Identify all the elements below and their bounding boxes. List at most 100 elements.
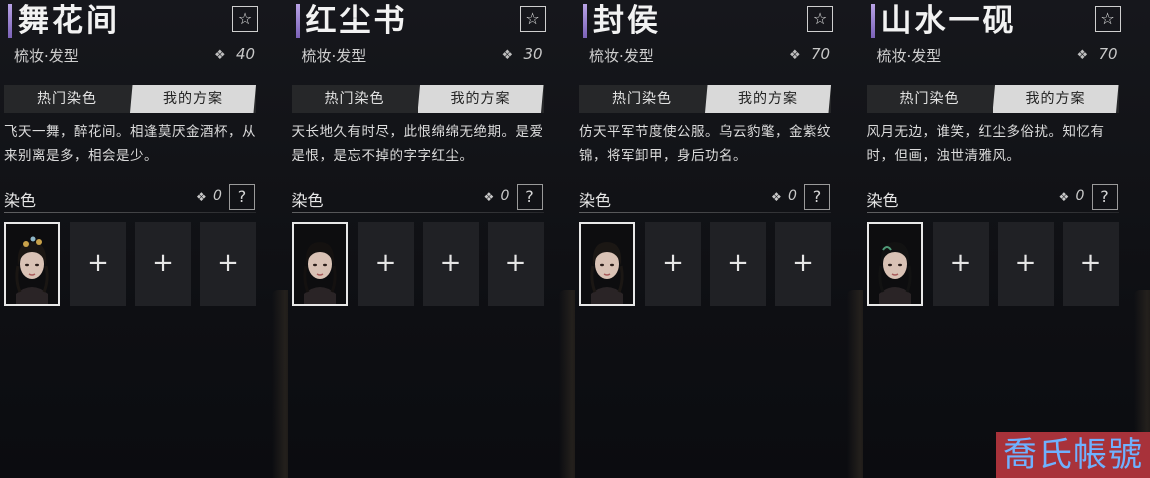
- dye-slot-empty[interactable]: +: [710, 222, 766, 306]
- dye-slot-empty[interactable]: +: [487, 222, 544, 306]
- dye-slot-empty[interactable]: +: [997, 222, 1054, 306]
- tab-popular-dyes[interactable]: 热门染色: [4, 85, 130, 113]
- title-row: 封侯 ☆: [579, 0, 863, 44]
- dye-slot-empty[interactable]: +: [422, 222, 479, 306]
- dye-slot-empty[interactable]: +: [775, 222, 831, 306]
- plus-icon: +: [1014, 248, 1037, 278]
- dye-slot-empty[interactable]: +: [1062, 222, 1119, 306]
- category-row: 梳妆·发型 ❖ 40: [4, 44, 288, 68]
- panel-content: 红尘书 ☆ 梳妆·发型 ❖ 30 热门染色 我的方案 天长地久有时尽，此恨绵绵无…: [288, 0, 576, 478]
- dye-slot-empty[interactable]: +: [200, 222, 256, 306]
- plus-icon: +: [439, 248, 462, 278]
- help-question-icon[interactable]: ?: [1091, 184, 1118, 210]
- plus-icon: +: [152, 248, 174, 278]
- dye-header: 染色 ❖ 0 ?: [288, 182, 548, 212]
- help-question-icon[interactable]: ?: [229, 184, 255, 210]
- favorite-star-icon[interactable]: ☆: [519, 6, 546, 32]
- outfit-category: 梳妆·发型: [589, 47, 654, 65]
- outfit-panel: 红尘书 ☆ 梳妆·发型 ❖ 30 热门染色 我的方案 天长地久有时尽，此恨绵绵无…: [287, 0, 576, 478]
- dye-count: 0: [500, 188, 510, 204]
- outfit-description: 仿天平军节度使公服。乌云豹氅，金紫纹锦，将军卸甲，身后功名。: [579, 124, 831, 164]
- dye-slot-empty[interactable]: +: [932, 222, 989, 306]
- tab-my-schemes[interactable]: 我的方案: [992, 85, 1119, 113]
- dye-header: 染色 ❖ 0 ?: [0, 182, 260, 212]
- tab-my-schemes[interactable]: 我的方案: [705, 85, 831, 113]
- outfit-title: 红尘书: [305, 3, 408, 39]
- dye-currency-icon: ❖: [1058, 190, 1070, 204]
- outfit-title: 舞花间: [18, 3, 120, 39]
- title-row: 山水一砚 ☆: [867, 0, 1150, 44]
- title-accent-bar: [870, 4, 875, 38]
- dye-slot-portrait[interactable]: [579, 222, 635, 306]
- dye-label: 染色: [579, 191, 612, 210]
- dye-label: 染色: [866, 191, 899, 210]
- dye-header: 染色 ❖ 0 ?: [863, 182, 1123, 212]
- dye-currency-icon: ❖: [771, 190, 782, 204]
- dye-slot-empty[interactable]: +: [135, 222, 191, 306]
- dye-slot-portrait[interactable]: [291, 222, 348, 306]
- dye-slots: + + +: [863, 222, 1123, 306]
- dye-tabs: 热门染色 我的方案: [866, 85, 1119, 113]
- divider: [291, 212, 544, 213]
- currency-icon: ❖: [501, 48, 514, 63]
- plus-icon: +: [727, 248, 749, 278]
- dye-label: 染色: [4, 191, 37, 210]
- tab-my-schemes[interactable]: 我的方案: [417, 85, 544, 113]
- currency-icon: ❖: [1076, 48, 1089, 63]
- outfit-description: 风月无边，谁笑，红尘多俗扰。知忆有时，但画，浊世清雅风。: [866, 124, 1105, 164]
- currency-icon: ❖: [214, 48, 226, 63]
- dye-slot-empty[interactable]: +: [357, 222, 414, 306]
- plus-icon: +: [217, 248, 239, 278]
- dye-slot-empty[interactable]: +: [645, 222, 701, 306]
- dye-currency-icon: ❖: [483, 190, 495, 204]
- plus-icon: +: [504, 248, 527, 278]
- title-row: 红尘书 ☆: [292, 0, 576, 44]
- title-row: 舞花间 ☆: [4, 0, 288, 44]
- outfit-title: 山水一砚: [880, 3, 1017, 39]
- plus-icon: +: [792, 248, 814, 278]
- panel-content: 舞花间 ☆ 梳妆·发型 ❖ 40 热门染色 我的方案 飞天一舞，醉花间。相逢莫厌…: [0, 0, 288, 478]
- outfit-category: 梳妆·发型: [876, 47, 942, 65]
- dye-count: 0: [213, 188, 222, 204]
- category-row: 梳妆·发型 ❖ 30: [292, 44, 576, 68]
- favorite-star-icon[interactable]: ☆: [1094, 6, 1121, 32]
- dye-tabs: 热门染色 我的方案: [579, 85, 831, 113]
- tab-popular-dyes[interactable]: 热门染色: [867, 85, 993, 113]
- outfit-panel: 舞花间 ☆ 梳妆·发型 ❖ 40 热门染色 我的方案 飞天一舞，醉花间。相逢莫厌…: [0, 0, 288, 478]
- outfit-panel: 山水一砚 ☆ 梳妆·发型 ❖ 70 热门染色 我的方案 风月无边，谁笑，红尘多俗…: [862, 0, 1150, 478]
- dye-slot-portrait[interactable]: [866, 222, 923, 306]
- plus-icon: +: [87, 248, 109, 278]
- help-question-icon[interactable]: ?: [516, 184, 543, 210]
- tab-popular-dyes[interactable]: 热门染色: [292, 85, 418, 113]
- dye-slots: + + +: [575, 222, 835, 306]
- watermark-text: 喬氏帳號: [996, 432, 1150, 478]
- dye-slots: + + +: [0, 222, 260, 306]
- outfit-category: 梳妆·发型: [301, 47, 367, 65]
- dye-slot-empty[interactable]: +: [70, 222, 126, 306]
- plus-icon: +: [374, 248, 397, 278]
- dye-count: 0: [1075, 188, 1085, 204]
- outfit-cost: 70: [1098, 45, 1118, 63]
- title-accent-bar: [8, 4, 12, 38]
- favorite-star-icon[interactable]: ☆: [232, 6, 258, 32]
- outfit-cost: 30: [523, 45, 543, 63]
- divider: [579, 212, 831, 213]
- tab-my-schemes[interactable]: 我的方案: [130, 85, 256, 113]
- panel-content: 封侯 ☆ 梳妆·发型 ❖ 70 热门染色 我的方案 仿天平军节度使公服。乌云豹氅…: [575, 0, 863, 478]
- tab-popular-dyes[interactable]: 热门染色: [579, 85, 705, 113]
- dye-count: 0: [788, 188, 797, 204]
- dye-tabs: 热门染色 我的方案: [4, 85, 256, 113]
- category-row: 梳妆·发型 ❖ 70: [867, 44, 1150, 68]
- plus-icon: +: [949, 248, 972, 278]
- outfit-cost: 40: [236, 45, 256, 63]
- panel-content: 山水一砚 ☆ 梳妆·发型 ❖ 70 热门染色 我的方案 风月无边，谁笑，红尘多俗…: [863, 0, 1150, 478]
- help-question-icon[interactable]: ?: [804, 184, 830, 210]
- favorite-star-icon[interactable]: ☆: [807, 6, 833, 32]
- outfit-title: 封侯: [593, 3, 661, 39]
- dye-slot-portrait[interactable]: [4, 222, 60, 306]
- category-row: 梳妆·发型 ❖ 70: [579, 44, 863, 68]
- plus-icon: +: [662, 248, 684, 278]
- outfit-description: 飞天一舞，醉花间。相逢莫厌金酒杯，从来别离是多，相会是少。: [4, 124, 256, 164]
- currency-icon: ❖: [789, 48, 801, 63]
- dye-header: 染色 ❖ 0 ?: [575, 182, 835, 212]
